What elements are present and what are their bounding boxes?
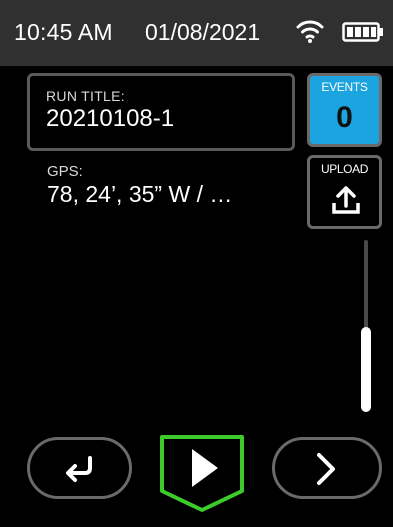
gps-label: GPS: — [47, 163, 83, 180]
chevron-right-icon — [317, 453, 335, 485]
status-time: 10:45 AM — [14, 19, 113, 45]
wifi-icon — [296, 20, 324, 43]
next-button[interactable] — [272, 437, 382, 499]
upload-icon — [332, 186, 360, 214]
battery-full-icon — [342, 22, 383, 42]
run-title-label: RUN TITLE: — [46, 88, 125, 104]
back-button[interactable] — [27, 437, 132, 499]
upload-button[interactable]: UPLOAD — [307, 155, 382, 229]
events-count: 0 — [336, 101, 353, 134]
return-arrow-icon — [66, 456, 92, 482]
play-button[interactable] — [158, 433, 246, 513]
gps-value: 78, 24’, 35” W / … — [47, 181, 233, 207]
events-counter[interactable]: EVENTS 0 — [307, 73, 382, 147]
upload-label: UPLOAD — [321, 162, 368, 176]
status-date: 01/08/2021 — [145, 19, 261, 45]
run-title-value: 20210108-1 — [46, 105, 175, 132]
events-label: EVENTS — [321, 80, 368, 94]
status-bar: 10:45 AM 01/08/2021 — [0, 0, 393, 66]
scrollbar-thumb[interactable] — [361, 327, 371, 412]
run-title-field[interactable]: RUN TITLE: 20210108-1 — [27, 73, 295, 151]
